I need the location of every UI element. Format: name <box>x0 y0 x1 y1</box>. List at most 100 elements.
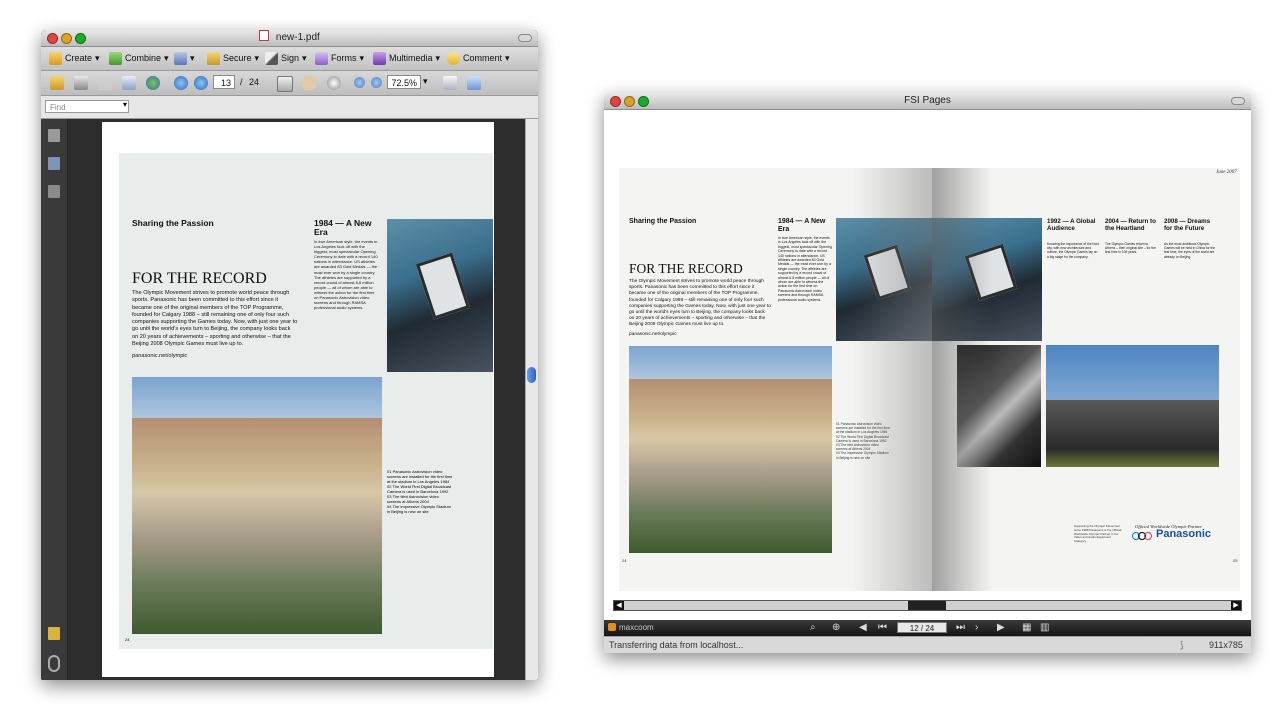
select-tool-icon[interactable] <box>277 76 293 92</box>
next-page-icon[interactable] <box>194 76 208 90</box>
next-page-icon[interactable]: ▶ <box>997 622 1005 634</box>
pdf-spread-page: Sharing the Passion 1984 — A New Era In … <box>119 153 493 649</box>
open-folder-icon[interactable] <box>50 76 64 90</box>
bookmarks-panel-icon[interactable] <box>48 157 60 170</box>
flipbook-viewer[interactable]: Sharing the Passion 1984 — A New Era In … <box>604 110 1251 653</box>
pdf-window-title: new-1.pdf <box>275 32 320 43</box>
email-icon[interactable] <box>122 76 136 90</box>
thumbnail-grid-icon[interactable]: ▦ <box>1022 622 1031 634</box>
sign-label: Sign <box>281 53 300 63</box>
pdf-titlebar[interactable]: new-1.pdf <box>41 30 538 47</box>
pages-panel-icon[interactable] <box>48 129 60 142</box>
first-page-icon[interactable]: ⏮ <box>878 622 887 634</box>
caption-text: The tiled Astrovision video screens at A… <box>387 494 439 504</box>
save-icon[interactable] <box>98 76 112 90</box>
globe-icon[interactable] <box>146 76 160 90</box>
chevron-down-icon: ▾ <box>435 53 441 63</box>
viewer-dimensions: 911x785 <box>1209 640 1243 650</box>
zoom-in-icon[interactable] <box>371 77 382 88</box>
scroll-thumb[interactable] <box>527 367 536 383</box>
attachment-icon[interactable] <box>48 655 60 672</box>
caption-text: The World First Digital Broadcast Camera… <box>387 484 452 494</box>
document-view[interactable]: Sharing the Passion 1984 — A New Era In … <box>68 119 538 680</box>
forms-button[interactable]: Forms ▾ <box>315 51 364 66</box>
combine-button[interactable]: Combine ▾ <box>109 51 169 66</box>
export-button[interactable]: ▾ <box>174 51 195 66</box>
col4-title: 2008 — Dreams for the Future <box>1164 218 1211 233</box>
caption-1: 01 Panasonic Astrovision video screens a… <box>387 469 453 484</box>
caption-2: 02 The World First Digital Broadcast Cam… <box>387 484 453 494</box>
zoom-icon[interactable]: ⊕ <box>832 622 840 634</box>
secure-label: Secure <box>223 53 252 63</box>
col1-title: 1984 — A New Era <box>314 218 372 237</box>
multimedia-button[interactable]: Multimedia ▾ <box>373 51 440 66</box>
comments-panel-icon[interactable] <box>48 627 60 640</box>
create-icon <box>49 52 62 65</box>
section-heading: Sharing the Passion <box>132 218 214 228</box>
headline: FOR THE RECORD <box>132 270 267 287</box>
fit-page-icon[interactable] <box>443 76 457 90</box>
search-icon[interactable]: ⌕ <box>810 622 816 634</box>
find-bar: Find ▾ <box>41 96 538 119</box>
previous-page-icon[interactable]: ◀ <box>859 622 867 634</box>
fsi-toolbar: maxcoom ⌕ ⊕ ◀ ⏮ 12 / 24 ⏭ › ▶ ▦ ▥ <box>604 620 1251 636</box>
page-timeline-scrollbar[interactable]: ◀ ▶ <box>613 600 1242 611</box>
col1-body: In true American style, the events in Lo… <box>314 239 378 311</box>
chevron-down-icon: ▾ <box>164 53 169 63</box>
close-button[interactable] <box>610 96 621 107</box>
chevron-down-icon: ▾ <box>95 53 100 63</box>
lock-icon <box>207 52 220 65</box>
print-icon[interactable] <box>74 76 88 90</box>
timeline-thumb[interactable] <box>908 601 946 610</box>
stadium-photo <box>132 377 382 634</box>
status-text: Transferring data from localhost... <box>609 640 744 650</box>
previous-page-icon[interactable] <box>174 76 188 90</box>
chevron-down-icon: ▾ <box>190 53 195 63</box>
col4-body: As the most ambitious Olympic Games will… <box>1164 242 1216 259</box>
vertical-scrollbar[interactable] <box>525 119 538 680</box>
fsi-titlebar[interactable]: FSI Pages <box>604 93 1251 110</box>
last-page-icon[interactable]: ⏭ <box>956 622 965 634</box>
combine-icon <box>109 52 122 65</box>
comment-button[interactable]: Comment ▾ <box>447 51 510 66</box>
pdf-window: new-1.pdf Create ▾ Combine ▾ ▾ Secure ▾ Sig… <box>41 30 538 680</box>
status-bar: Transferring data from localhost... ⟆ 91… <box>604 636 1251 653</box>
fsi-window-title: FSI Pages <box>904 95 951 106</box>
create-button[interactable]: Create ▾ <box>49 51 100 66</box>
pdf-file-icon <box>259 30 270 41</box>
two-page-view-icon[interactable]: ▥ <box>1040 622 1049 634</box>
page-number-left: 24 <box>622 558 627 563</box>
minimize-button[interactable] <box>61 33 72 44</box>
intro-paragraph: The Olympic Movement strives to promote … <box>132 290 298 348</box>
birds-nest-photo <box>1046 345 1219 467</box>
close-button[interactable] <box>47 33 58 44</box>
chevron-down-icon[interactable]: ▾ <box>123 100 127 109</box>
signatures-panel-icon[interactable] <box>48 185 60 198</box>
brand-label: maxcoom <box>619 623 654 632</box>
toolbar-toggle-button[interactable] <box>518 34 532 42</box>
zoom-level-field[interactable]: 72.5% <box>387 75 421 89</box>
zoom-button[interactable] <box>75 33 86 44</box>
chevron-right-icon[interactable]: › <box>975 622 978 634</box>
secure-button[interactable]: Secure ▾ <box>207 51 259 66</box>
sign-button[interactable]: Sign ▾ <box>265 51 307 66</box>
issue-date: June 2007 <box>1216 170 1237 175</box>
zoom-out-icon[interactable] <box>354 77 365 88</box>
chevron-down-icon[interactable]: ▾ <box>423 76 428 87</box>
toolbar-toggle-button[interactable] <box>1231 97 1245 105</box>
page-number: 24 <box>125 637 130 642</box>
pdf-nav-toolbar: 13 / 24 72.5% ▾ <box>41 71 538 96</box>
minimize-button[interactable] <box>624 96 635 107</box>
section-heading: Sharing the Passion <box>629 218 697 225</box>
page-number-input[interactable]: 13 <box>213 75 235 89</box>
full-screen-icon[interactable] <box>467 76 481 90</box>
zoom-button[interactable] <box>638 96 649 107</box>
hand-tool-icon[interactable] <box>302 76 316 90</box>
navigation-pane <box>41 119 68 680</box>
chevron-down-icon: ▾ <box>505 53 510 63</box>
timeline-right-arrow-icon[interactable]: ▶ <box>1231 601 1241 610</box>
zoom-tool-icon[interactable] <box>327 76 341 90</box>
find-input[interactable]: Find <box>45 100 129 113</box>
timeline-left-arrow-icon[interactable]: ◀ <box>614 601 624 610</box>
page-indicator[interactable]: 12 / 24 <box>897 622 947 633</box>
